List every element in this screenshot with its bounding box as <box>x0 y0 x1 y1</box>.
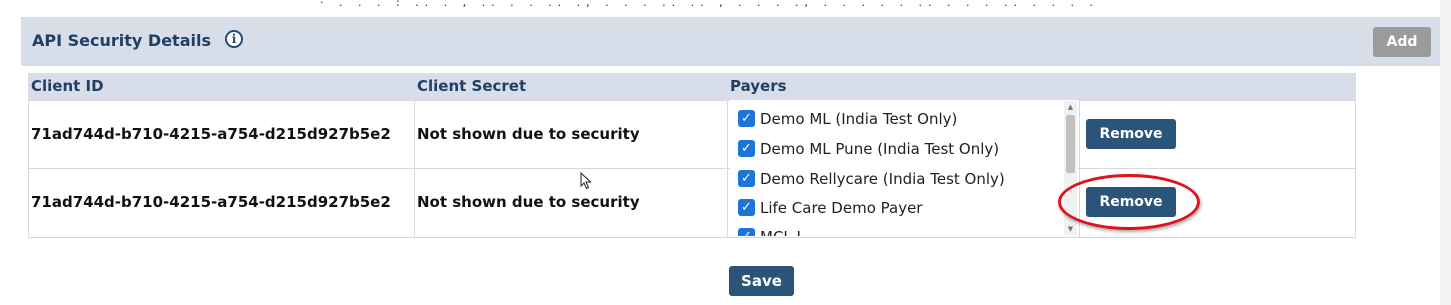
panel-header: API Security Details i Add <box>21 17 1440 66</box>
info-icon[interactable]: i <box>225 30 243 48</box>
header-payers: Payers <box>730 77 787 95</box>
payer-label: Demo Rellycare (India Test Only) <box>760 170 1005 188</box>
api-security-table: Client ID Client Secret Payers 71ad744d-… <box>28 73 1356 238</box>
cropped-top-text: · . . . : .. . , .. . . .. ., . . . .. .… <box>320 0 1099 9</box>
table-row: 71ad744d-b710-4215-a754-d215d927b5e2 Not… <box>28 100 1356 169</box>
header-client-secret: Client Secret <box>417 77 527 95</box>
payer-label: Demo ML (India Test Only) <box>760 110 958 128</box>
checkmark-icon[interactable]: ✓ <box>738 140 755 157</box>
mouse-pointer-icon <box>580 172 592 190</box>
checkmark-icon[interactable]: ✓ <box>738 110 755 127</box>
client-id-value: 71ad744d-b710-4215-a754-d215d927b5e2 <box>31 125 391 143</box>
page-edge <box>1440 0 1451 305</box>
add-button[interactable]: Add <box>1373 27 1431 57</box>
column-divider <box>727 100 728 238</box>
table-row: 71ad744d-b710-4215-a754-d215d927b5e2 Not… <box>28 169 1356 238</box>
column-divider <box>1079 100 1080 238</box>
remove-button[interactable]: Remove <box>1086 187 1176 217</box>
payer-label: Life Care Demo Payer <box>760 199 923 217</box>
checkmark-icon[interactable]: ✓ <box>738 199 755 216</box>
payers-scrollbar[interactable]: ▲ ▼ <box>1064 101 1077 235</box>
panel-title: API Security Details <box>32 31 211 50</box>
payer-label: Demo ML Pune (India Test Only) <box>760 140 1000 158</box>
checkmark-icon[interactable]: ✓ <box>738 170 755 187</box>
checkmark-icon[interactable]: ✓ <box>738 228 755 236</box>
triangle-down-icon[interactable]: ▼ <box>1064 223 1077 235</box>
payers-checkbox-list[interactable]: ✓ Demo ML (India Test Only) ✓ Demo ML Pu… <box>730 100 1078 236</box>
remove-button[interactable]: Remove <box>1086 119 1176 149</box>
column-divider <box>414 100 415 238</box>
payer-label: MCL I <box>760 228 801 236</box>
header-client-id: Client ID <box>31 77 104 95</box>
scrollbar-thumb[interactable] <box>1066 115 1075 173</box>
client-secret-value: Not shown due to security <box>417 193 640 211</box>
client-id-value: 71ad744d-b710-4215-a754-d215d927b5e2 <box>31 193 391 211</box>
save-button[interactable]: Save <box>729 266 794 296</box>
table-header: Client ID Client Secret Payers <box>28 73 1356 100</box>
client-secret-value: Not shown due to security <box>417 125 640 143</box>
triangle-up-icon[interactable]: ▲ <box>1064 101 1077 113</box>
